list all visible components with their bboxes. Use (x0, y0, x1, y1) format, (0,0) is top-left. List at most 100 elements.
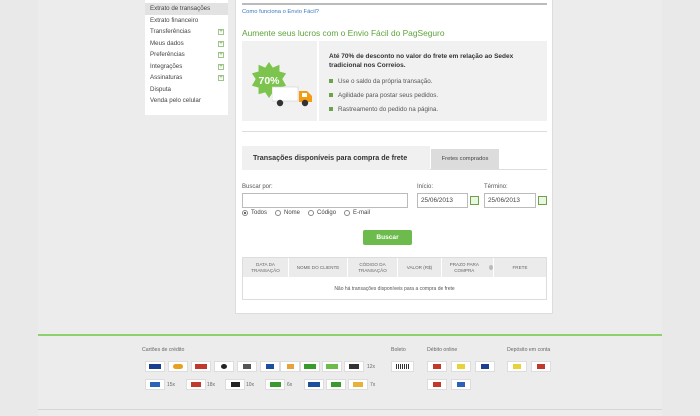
sidebar-item-venda-celular[interactable]: Venda pelo celular (145, 95, 228, 107)
sidebar-item-label: Assinaturas (150, 74, 183, 81)
boleto-label: Boleto (391, 347, 406, 353)
sidebar-item-label: Extrato financeiro (150, 16, 199, 24)
expand-plus-icon[interactable]: + (218, 29, 224, 35)
installments-count: 10x (246, 382, 255, 388)
sidebar-item-meus-dados[interactable]: Meus dados + (145, 38, 228, 50)
sidebar-item-label: Disputa (150, 85, 171, 93)
installments-count: 15x (167, 382, 176, 388)
tab-transacoes-disponiveis[interactable]: Transações disponíveis para compra de fr… (242, 146, 430, 170)
calendar-icon[interactable] (538, 196, 547, 205)
end-date-label: Término: (484, 184, 508, 190)
sidebar-item-label: Venda pelo celular (150, 97, 201, 104)
promo-bullet-text: Rastreamento do pedido na página. (338, 105, 439, 113)
sidebar-item-disputa[interactable]: Disputa (145, 84, 228, 96)
expand-plus-icon[interactable]: + (218, 75, 224, 81)
sidebar-item-label: Extrato de transações (150, 5, 211, 12)
column-header[interactable]: FRETE (494, 258, 546, 277)
cards-label: Cartões de crédito (142, 347, 185, 353)
banrisul-icon (451, 379, 471, 390)
amex-icon (280, 361, 300, 372)
sidebar-item-integracoes[interactable]: Integrações + (145, 61, 228, 73)
promo-title: Até 70% de desconto no valor do frete em… (329, 53, 514, 69)
promo-bullet: Agilidade para postar seus pedidos. (329, 88, 438, 102)
promo-box: 70% Até 70% de desconto no valor do fret… (242, 41, 547, 121)
search-label: Buscar por: (242, 184, 273, 190)
radio-label: Todos (251, 210, 268, 216)
card-icon (145, 379, 165, 390)
bullet-icon (329, 93, 333, 97)
radio-codigo[interactable]: Código (308, 210, 336, 216)
column-header[interactable]: PRAZO PARA COMPRA (442, 258, 494, 277)
radio-label: Código (317, 210, 337, 216)
card-icon (186, 379, 206, 390)
bullet-icon (329, 79, 333, 83)
calendar-icon[interactable] (470, 196, 479, 205)
radio-selected-icon[interactable] (242, 210, 248, 216)
transactions-table: DATA DA TRANSAÇÃO NOME DO CLIENTE CÓDIGO… (242, 257, 547, 300)
installments-count: 6x (287, 382, 293, 388)
card-icon (304, 379, 324, 390)
title-divider (242, 3, 547, 5)
sidebar-item-extrato-financeiro[interactable]: Extrato financeiro (145, 15, 228, 27)
how-it-works-link[interactable]: Como funciona o Envio Fácil? (242, 9, 319, 15)
sidebar-item-extrato-transacoes[interactable]: Extrato de transações (145, 3, 228, 15)
column-header[interactable]: VALOR (R$) (398, 258, 442, 277)
promo-bullet-text: Agilidade para postar seus pedidos. (338, 91, 439, 99)
sidebar-item-label: Transferências (150, 28, 191, 35)
radio-nome[interactable]: Nome (275, 210, 300, 216)
column-header[interactable]: NOME DO CLIENTE (289, 258, 348, 277)
radio-email[interactable]: E-mail (344, 210, 370, 216)
itau-icon (475, 361, 495, 372)
expand-plus-icon[interactable]: + (218, 52, 224, 58)
sidebar-item-assinaturas[interactable]: Assinaturas + (145, 72, 228, 84)
card-icon (348, 379, 368, 390)
radio-todos[interactable]: Todos (242, 210, 267, 216)
start-date-input[interactable]: 25/06/2013 (417, 193, 468, 208)
goodcard-icon (344, 361, 364, 372)
visa-icon (145, 361, 165, 372)
radio-icon[interactable] (308, 210, 315, 216)
bradesco-deposit-icon (531, 361, 551, 372)
sidebar-item-label: Meus dados (150, 39, 184, 47)
sidebar-item-label: Preferências (150, 51, 185, 58)
start-date-label: Início: (417, 184, 434, 190)
banco-brasil-deposit-icon (507, 361, 527, 372)
bullet-icon (329, 107, 333, 111)
sidebar-item-transferencias[interactable]: Transferências + (145, 26, 228, 38)
tab-bar: Transações disponíveis para compra de fr… (242, 146, 547, 170)
section-divider (242, 131, 547, 132)
column-header-label: PRAZO PARA COMPRA (449, 262, 479, 273)
radio-icon[interactable] (275, 210, 282, 216)
radio-label: Nome (284, 210, 301, 216)
end-date-input[interactable]: 25/06/2013 (484, 193, 536, 208)
diners-icon (191, 361, 211, 372)
search-input[interactable] (242, 193, 408, 208)
bradesco-icon (427, 361, 447, 372)
column-header[interactable]: CÓDIGO DA TRANSAÇÃO (348, 258, 398, 277)
card-icon (265, 379, 285, 390)
main-content: Como funciona o Envio Fácil? Aumente seu… (235, 0, 553, 314)
expand-plus-icon[interactable]: + (218, 63, 224, 70)
footer-bottom-line (38, 409, 662, 410)
table-header: DATA DA TRANSAÇÃO NOME DO CLIENTE CÓDIGO… (243, 258, 546, 277)
hipercard-icon (237, 361, 257, 372)
search-button[interactable]: Buscar (363, 230, 412, 245)
empty-table-message: Não há transações disponíveis para a com… (334, 286, 455, 292)
promo-bullet-text: Use o saldo da própria transação. (338, 77, 433, 85)
sidebar-item-preferencias[interactable]: Preferências + (145, 49, 228, 61)
radio-icon[interactable] (344, 210, 351, 216)
column-header[interactable]: DATA DA TRANSAÇÃO (243, 258, 289, 277)
boleto-icon (391, 361, 414, 372)
promo-bullet: Rastreamento do pedido na página. (329, 102, 438, 116)
card-icon (225, 379, 245, 390)
expand-plus-icon[interactable]: + (218, 40, 224, 47)
installments-count: 7x (370, 382, 376, 388)
help-icon[interactable] (488, 265, 493, 270)
promo-bullet: Use o saldo da própria transação. (329, 74, 438, 88)
tab-fretes-comprados[interactable]: Fretes comprados (431, 149, 499, 169)
page-headline: Aumente seus lucros com o Envio Fácil do… (242, 28, 445, 38)
card-icon (326, 379, 346, 390)
personalcard-icon (322, 361, 342, 372)
installments-count: 12x (367, 364, 376, 370)
mastercard-icon (168, 361, 188, 372)
